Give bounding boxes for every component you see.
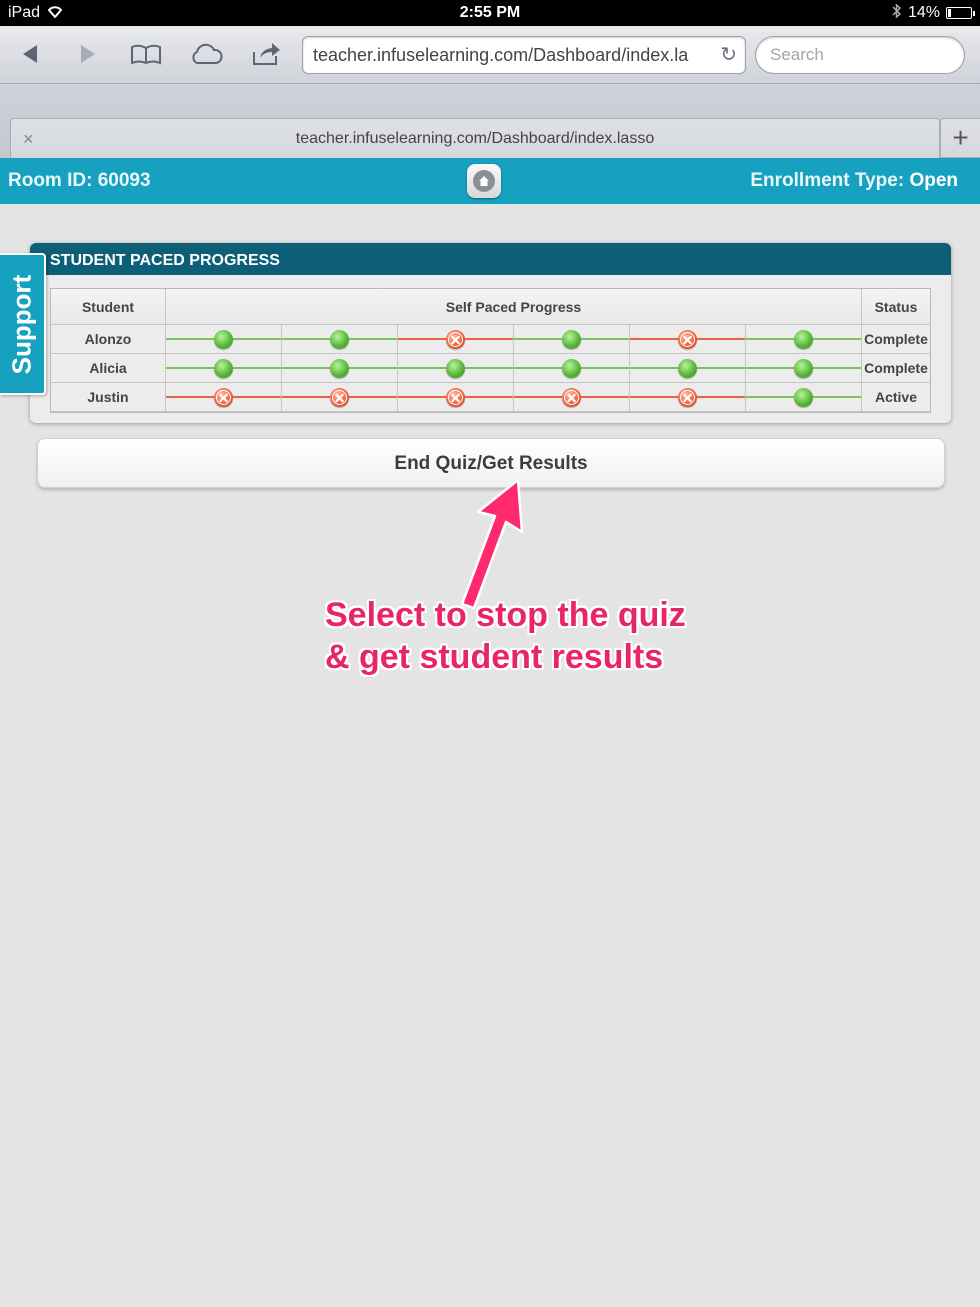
correct-check-icon xyxy=(214,359,233,378)
status-bar: iPad 2:55 PM 14% xyxy=(0,0,980,26)
table-row: Justin Active xyxy=(51,383,930,412)
correct-check-icon xyxy=(794,359,813,378)
incorrect-x-icon xyxy=(678,330,697,349)
progress-step xyxy=(630,325,746,353)
annotation-line-1: Select to stop the quiz xyxy=(325,596,686,634)
correct-check-icon xyxy=(214,330,233,349)
progress-track xyxy=(166,354,861,382)
support-label: Support xyxy=(6,274,37,374)
tab-title: teacher.infuselearning.com/Dashboard/ind… xyxy=(295,130,655,147)
home-icon xyxy=(473,170,495,192)
bluetooth-icon xyxy=(892,2,902,24)
progress-step xyxy=(746,354,861,382)
student-progress-panel: STUDENT PACED PROGRESS Student Self Pace… xyxy=(30,243,951,423)
clock: 2:55 PM xyxy=(459,4,521,21)
table-row: Alonzo Complete xyxy=(51,325,930,354)
panel-title: STUDENT PACED PROGRESS xyxy=(30,243,951,275)
progress-step xyxy=(746,325,861,353)
correct-check-icon xyxy=(562,359,581,378)
home-button[interactable] xyxy=(467,164,501,198)
correct-check-icon xyxy=(446,359,465,378)
progress-step xyxy=(282,325,398,353)
column-header-progress: Self Paced Progress xyxy=(445,298,582,315)
progress-step xyxy=(166,354,282,382)
correct-check-icon xyxy=(794,388,813,407)
correct-check-icon xyxy=(794,330,813,349)
correct-check-icon xyxy=(562,330,581,349)
student-name: Alicia xyxy=(51,354,166,382)
share-icon[interactable] xyxy=(248,38,284,70)
incorrect-x-icon xyxy=(562,388,581,407)
room-id: Room ID: 60093 xyxy=(8,170,151,191)
incorrect-x-icon xyxy=(214,388,233,407)
progress-step xyxy=(514,325,630,353)
student-name: Justin xyxy=(51,383,166,411)
correct-check-icon xyxy=(330,330,349,349)
bookmarks-book-icon[interactable] xyxy=(128,38,164,70)
incorrect-x-icon xyxy=(446,388,465,407)
annotation-callout: Select to stop the quiz & get student re… xyxy=(325,594,725,678)
forward-arrow-icon[interactable] xyxy=(70,38,106,70)
table-row: Alicia Complete xyxy=(51,354,930,383)
progress-table: Student Self Paced Progress Status Alonz… xyxy=(50,288,931,413)
progress-step xyxy=(514,383,630,411)
progress-track xyxy=(166,325,861,353)
url-bar[interactable]: teacher.infuselearning.com/Dashboard/ind… xyxy=(302,36,746,74)
status-badge: Active xyxy=(861,383,930,411)
progress-step xyxy=(514,354,630,382)
reload-icon[interactable]: ↻ xyxy=(720,37,737,73)
progress-step xyxy=(282,383,398,411)
progress-step xyxy=(398,325,514,353)
app-header: Room ID: 60093 Enrollment Type: Open xyxy=(0,158,980,204)
status-badge: Complete xyxy=(861,325,930,353)
battery-icon xyxy=(946,7,975,19)
enrollment-value: Open xyxy=(909,170,958,191)
correct-check-icon xyxy=(330,359,349,378)
table-header-row: Student Self Paced Progress Status xyxy=(51,289,930,325)
search-input[interactable]: Search xyxy=(755,36,965,74)
progress-step xyxy=(166,383,282,411)
support-tab[interactable]: Support xyxy=(0,253,46,395)
url-text: teacher.infuselearning.com/Dashboard/ind… xyxy=(313,45,689,65)
column-header-student: Student xyxy=(51,289,166,324)
progress-step xyxy=(166,325,282,353)
wifi-icon xyxy=(46,4,64,23)
enrollment-label: Enrollment Type: xyxy=(750,170,910,191)
incorrect-x-icon xyxy=(330,388,349,407)
new-tab-plus-icon[interactable]: + xyxy=(940,118,980,158)
browser-tab[interactable]: × teacher.infuselearning.com/Dashboard/i… xyxy=(10,118,940,158)
annotation-line-2: & get student results xyxy=(325,638,664,676)
progress-step xyxy=(746,383,861,411)
progress-step xyxy=(630,383,746,411)
student-name: Alonzo xyxy=(51,325,166,353)
correct-check-icon xyxy=(678,359,697,378)
icloud-tabs-cloud-icon[interactable] xyxy=(188,38,224,70)
progress-step xyxy=(398,383,514,411)
progress-step xyxy=(282,354,398,382)
battery-percent: 14% xyxy=(907,4,940,21)
progress-track xyxy=(166,383,861,411)
progress-step xyxy=(398,354,514,382)
progress-step xyxy=(630,354,746,382)
device-label: iPad xyxy=(8,4,41,21)
incorrect-x-icon xyxy=(446,330,465,349)
back-arrow-icon[interactable] xyxy=(12,38,48,70)
tab-strip: × teacher.infuselearning.com/Dashboard/i… xyxy=(0,84,980,158)
close-tab-icon[interactable]: × xyxy=(23,119,34,159)
enrollment-type: Enrollment Type: Open xyxy=(750,170,958,192)
column-header-status: Status xyxy=(861,289,930,324)
browser-toolbar: teacher.infuselearning.com/Dashboard/ind… xyxy=(0,26,980,84)
incorrect-x-icon xyxy=(678,388,697,407)
status-badge: Complete xyxy=(861,354,930,382)
